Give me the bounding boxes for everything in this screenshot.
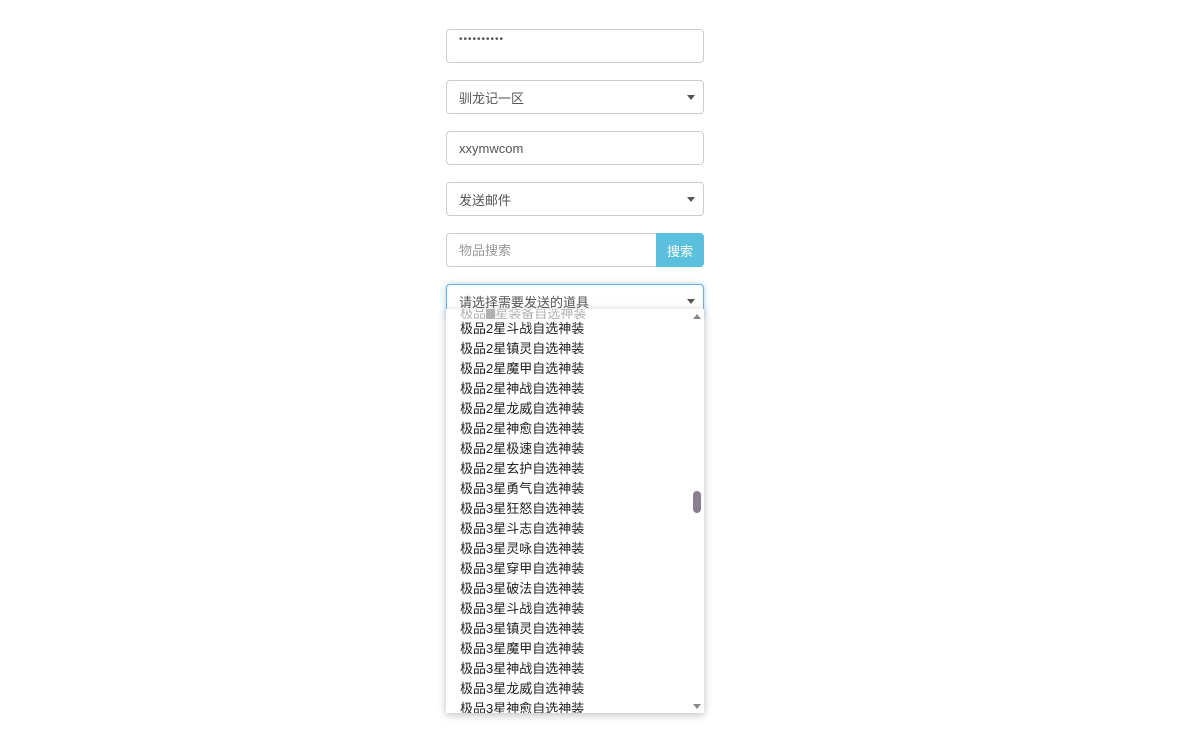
dropdown-item[interactable]: 极品3星神战自选神装 — [460, 659, 676, 679]
server-select[interactable]: 驯龙记一区 — [446, 80, 704, 114]
scrollbar-track[interactable] — [692, 313, 702, 709]
dropdown-item[interactable]: 极品3星斗战自选神装 — [460, 599, 676, 619]
search-row: 搜索 — [446, 233, 704, 267]
item-dropdown-panel: 极品█星装备自选神装 极品2星斗战自选神装 极品2星镇灵自选神装 极品2星魔甲自… — [446, 309, 704, 713]
dropdown-item[interactable]: 极品2星魔甲自选神装 — [460, 359, 676, 379]
dropdown-item[interactable]: 极品3星灵咏自选神装 — [460, 539, 676, 559]
scroll-down-icon[interactable] — [692, 701, 702, 711]
password-mask: •••••••••• — [459, 34, 504, 45]
dropdown-item[interactable]: 极品2星镇灵自选神装 — [460, 339, 676, 359]
search-button[interactable]: 搜索 — [656, 233, 704, 267]
scrollbar-thumb[interactable] — [693, 491, 701, 513]
server-select-value: 驯龙记一区 — [459, 88, 524, 107]
search-input[interactable] — [446, 233, 656, 267]
form-column: •••••••••• 驯龙记一区 发送邮件 搜索 请选择需要发送的道具 — [446, 29, 704, 318]
item-dropdown-list[interactable]: 极品█星装备自选神装 极品2星斗战自选神装 极品2星镇灵自选神装 极品2星魔甲自… — [446, 309, 690, 713]
dropdown-item[interactable]: 极品3星勇气自选神装 — [460, 479, 676, 499]
dropdown-item[interactable]: 极品3星穿甲自选神装 — [460, 559, 676, 579]
action-select[interactable]: 发送邮件 — [446, 182, 704, 216]
item-select-label: 请选择需要发送的道具 — [459, 292, 589, 311]
dropdown-item[interactable]: 极品3星斗志自选神装 — [460, 519, 676, 539]
dropdown-item[interactable]: 极品2星龙威自选神装 — [460, 399, 676, 419]
action-select-value: 发送邮件 — [459, 190, 511, 209]
dropdown-item[interactable]: 极品2星神愈自选神装 — [460, 419, 676, 439]
dropdown-item[interactable]: 极品3星龙威自选神装 — [460, 679, 676, 699]
dropdown-item[interactable]: 极品2星斗战自选神装 — [460, 319, 676, 339]
dropdown-item[interactable]: 极品3星破法自选神装 — [460, 579, 676, 599]
password-field[interactable]: •••••••••• — [446, 29, 704, 63]
dropdown-item[interactable]: 极品2星神战自选神装 — [460, 379, 676, 399]
dropdown-item[interactable]: 极品2星玄护自选神装 — [460, 459, 676, 479]
dropdown-item-partial-top[interactable]: 极品█星装备自选神装 — [460, 309, 676, 319]
dropdown-item[interactable]: 极品3星狂怒自选神装 — [460, 499, 676, 519]
scroll-up-icon[interactable] — [692, 311, 702, 321]
dropdown-item-partial-bottom[interactable]: 极品3星神愈自选神装 — [460, 699, 676, 713]
dropdown-item[interactable]: 极品2星极速自选神装 — [460, 439, 676, 459]
dropdown-item[interactable]: 极品3星镇灵自选神装 — [460, 619, 676, 639]
dropdown-item[interactable]: 极品3星魔甲自选神装 — [460, 639, 676, 659]
account-field[interactable] — [446, 131, 704, 165]
